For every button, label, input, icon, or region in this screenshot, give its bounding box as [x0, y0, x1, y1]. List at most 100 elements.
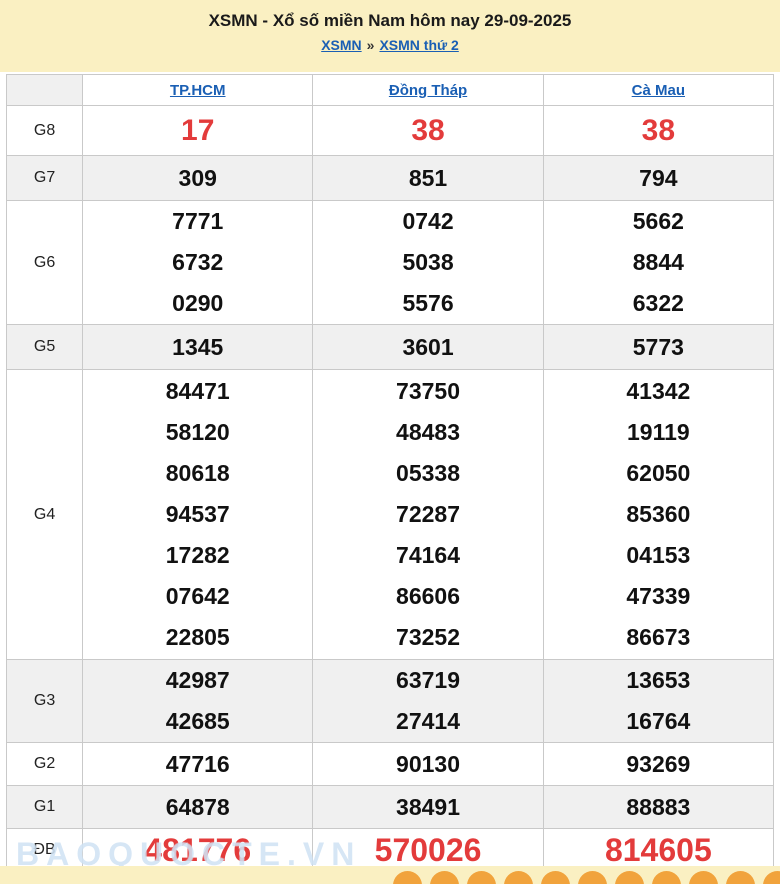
breadcrumb-link-xsmn[interactable]: XSMN [321, 37, 361, 53]
lottery-ball-icon [652, 871, 681, 884]
result-number: 07642 [165, 583, 230, 609]
result-cell: 794 [542, 155, 775, 201]
result-number: 94537 [165, 501, 230, 527]
lottery-ball-icon [763, 871, 780, 884]
result-number: 80618 [165, 460, 230, 486]
row-label: G7 [5, 155, 84, 201]
breadcrumb: XSMN » XSMN thứ 2 [0, 37, 780, 53]
lottery-ball-icon [393, 871, 422, 884]
corner-cell [5, 74, 84, 106]
result-number: 85360 [626, 501, 691, 527]
result-number: 5576 [402, 290, 454, 316]
table-row: G6 7771 6732 0290 0742 5038 5576 5662 8844 6322 [5, 200, 775, 325]
result-number: 481776 [144, 831, 252, 868]
result-cell: 7771 6732 0290 [82, 200, 314, 325]
result-number: 05338 [396, 460, 461, 486]
result-number: 38 [641, 113, 676, 147]
result-cell: 38491 [312, 785, 544, 829]
result-cell: 814605 [542, 828, 775, 871]
lottery-ball-icon [430, 871, 459, 884]
column-header-link[interactable]: Cà Mau [632, 82, 685, 99]
table-row: G4 84471 58120 80618 94537 17282 07642 22805 737… [5, 369, 775, 660]
result-number: 41342 [626, 378, 691, 404]
result-number: 86606 [396, 583, 461, 609]
result-cell: 42987 42685 [82, 659, 314, 743]
table-header-row: TP.HCM Đồng Tháp Cà Mau [5, 74, 775, 106]
result-cell: 17 [82, 105, 314, 156]
lottery-ball-icon [541, 871, 570, 884]
result-number: 6732 [172, 249, 224, 275]
result-cell: 64878 [82, 785, 314, 829]
result-number: 58120 [165, 419, 230, 445]
table-row: G2 47716 90130 93269 [5, 742, 775, 786]
row-label: G4 [5, 369, 84, 660]
table-row: G8 17 38 38 [5, 105, 775, 156]
result-cell: 90130 [312, 742, 544, 786]
result-number: 88883 [626, 793, 691, 820]
result-number: 3601 [402, 333, 454, 360]
result-number: 309 [178, 164, 217, 191]
result-cell: 41342 19119 62050 85360 04153 47339 86673 [542, 369, 775, 660]
page-header: XSMN - Xổ số miền Nam hôm nay 29-09-2025… [0, 0, 780, 72]
row-label: G2 [5, 742, 84, 786]
row-label: G3 [5, 659, 84, 743]
results-table: TP.HCM Đồng Tháp Cà Mau G8 17 38 38 G7 309 851 79… [5, 74, 775, 871]
column-header-link[interactable]: Đồng Tháp [389, 82, 467, 99]
result-number: 90130 [396, 750, 461, 777]
result-number: 84471 [165, 378, 230, 404]
result-number: 6322 [632, 290, 684, 316]
result-number: 72287 [396, 501, 461, 527]
row-label: G8 [5, 105, 84, 156]
result-number: 27414 [396, 708, 461, 734]
row-label: G1 [5, 785, 84, 829]
result-number: 851 [408, 164, 448, 191]
result-number: 0742 [402, 208, 454, 234]
result-number: 63719 [396, 667, 461, 693]
result-number: 13653 [626, 667, 691, 693]
lottery-ball-icon [467, 871, 496, 884]
result-number: 47339 [626, 583, 691, 609]
lottery-ball-icon [578, 871, 607, 884]
result-cell: 0742 5038 5576 [312, 200, 544, 325]
result-number: 19119 [626, 419, 690, 445]
result-cell: 309 [82, 155, 314, 201]
result-number: 570026 [374, 831, 482, 868]
table-row: G5 1345 3601 5773 [5, 324, 775, 370]
lottery-ball-icon [689, 871, 718, 884]
results-table-wrapper: TP.HCM Đồng Tháp Cà Mau G8 17 38 38 G7 309 851 79… [0, 72, 780, 871]
result-number: 48483 [396, 419, 461, 445]
result-number: 38 [411, 113, 445, 147]
result-cell: 38 [542, 105, 775, 156]
result-number: 93269 [626, 750, 691, 777]
breadcrumb-separator: » [366, 37, 375, 53]
result-cell: 93269 [542, 742, 775, 786]
result-cell: 13653 16764 [542, 659, 775, 743]
result-number: 5662 [632, 208, 684, 234]
lottery-ball-icon [726, 871, 755, 884]
column-header-cell: Cà Mau [542, 74, 775, 106]
result-cell: 3601 [312, 324, 544, 370]
result-number: 38491 [396, 793, 461, 820]
result-number: 47716 [165, 750, 230, 777]
column-header-link[interactable]: TP.HCM [170, 82, 226, 99]
result-number: 7771 [172, 208, 224, 234]
result-cell: 851 [312, 155, 544, 201]
result-number: 42685 [165, 708, 230, 734]
result-number: 74164 [396, 542, 461, 568]
result-cell: 88883 [542, 785, 775, 829]
result-cell: 73750 48483 05338 72287 74164 86606 73252 [312, 369, 544, 660]
row-label: G5 [5, 324, 84, 370]
lottery-ball-icon [615, 871, 644, 884]
table-row: G3 42987 42685 63719 27414 13653 16764 [5, 659, 775, 743]
result-number: 04153 [626, 542, 691, 568]
bottom-strip [0, 866, 780, 884]
result-number: 73750 [396, 378, 461, 404]
table-row: ĐB 481776 570026 814605 [5, 828, 775, 871]
result-cell: 1345 [82, 324, 314, 370]
result-number: 86673 [626, 624, 691, 650]
result-cell: 84471 58120 80618 94537 17282 07642 22805 [82, 369, 314, 660]
row-label: G6 [5, 200, 84, 325]
result-number: 814605 [604, 831, 712, 868]
breadcrumb-link-current[interactable]: XSMN thứ 2 [379, 37, 458, 53]
result-cell: 47716 [82, 742, 314, 786]
